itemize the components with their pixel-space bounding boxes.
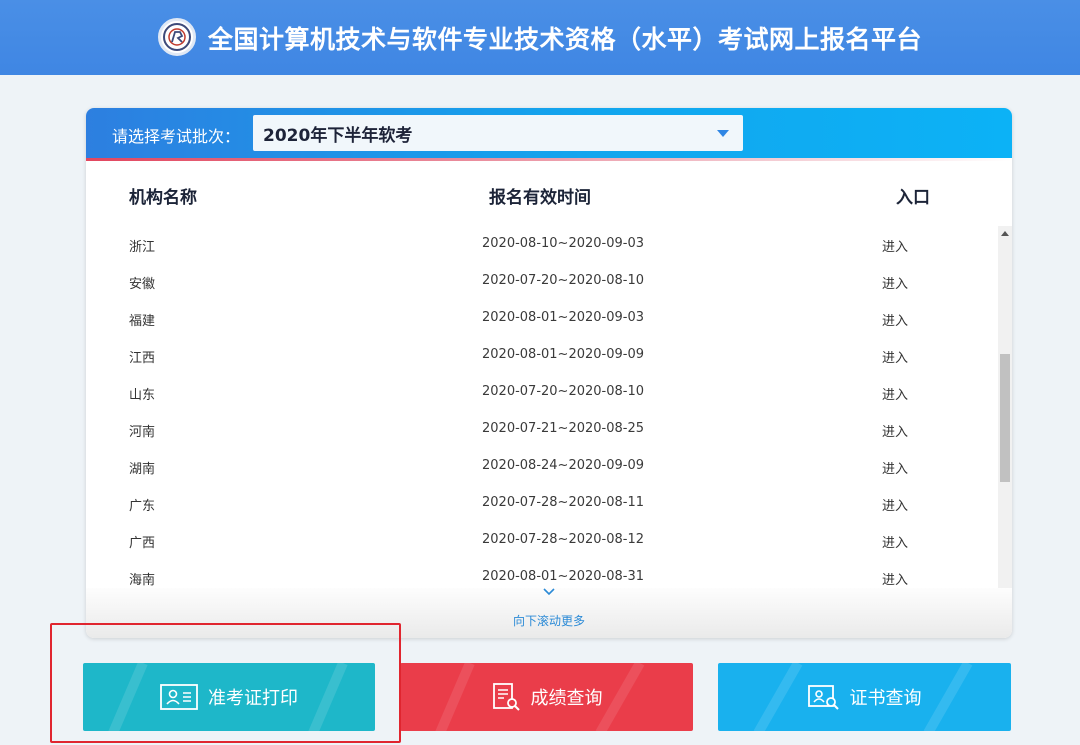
table-row: 广东 2020-07-28~2020-08-11 进入: [86, 485, 998, 522]
chevron-down-icon[interactable]: [542, 585, 556, 599]
row-org: 河南: [129, 425, 156, 440]
row-org: 浙江: [129, 240, 156, 255]
certificate-query-label: 证书查询: [849, 688, 922, 709]
column-header-org: 机构名称: [129, 188, 197, 208]
row-org: 海南: [129, 573, 156, 588]
row-time: 2020-08-24~2020-09-09: [482, 458, 644, 473]
page-title: 全国计算机技术与软件专业技术资格（水平）考试网上报名平台: [207, 24, 922, 54]
table-row: 湖南 2020-08-24~2020-09-09 进入: [86, 448, 998, 485]
seal-logo-icon: [157, 17, 196, 56]
row-entry-link[interactable]: 进入: [882, 458, 908, 477]
row-time: 2020-07-20~2020-08-10: [482, 384, 644, 399]
score-query-label: 成绩查询: [530, 688, 603, 709]
admit-card-print-label: 准考证打印: [208, 688, 298, 709]
certificate-search-icon: [807, 683, 840, 711]
row-entry-link[interactable]: 进入: [882, 532, 908, 551]
row-entry-link[interactable]: 进入: [882, 236, 908, 255]
row-time: 2020-08-01~2020-09-09: [482, 347, 644, 362]
row-org: 广西: [129, 536, 156, 551]
row-org: 江西: [129, 351, 156, 366]
batch-selector-bar: 请选择考试批次： 2020年下半年软考: [86, 108, 1012, 161]
institution-list[interactable]: 浙江 2020-08-10~2020-09-03 进入 安徽 2020-07-2…: [86, 226, 998, 588]
row-time: 2020-07-20~2020-08-10: [482, 273, 644, 288]
row-org: 山东: [129, 388, 156, 403]
page-header: 全国计算机技术与软件专业技术资格（水平）考试网上报名平台: [0, 0, 1080, 75]
table-row: 福建 2020-08-01~2020-09-03 进入: [86, 300, 998, 337]
caret-down-icon: [717, 130, 729, 137]
scroll-more-link[interactable]: 向下滚动更多: [86, 612, 1012, 629]
table-row: 海南 2020-08-01~2020-08-31 进入: [86, 559, 998, 588]
row-org: 湖南: [129, 462, 156, 477]
certificate-query-button[interactable]: 证书查询: [718, 663, 1011, 731]
batch-label: 请选择考试批次：: [112, 127, 241, 146]
registration-panel: 请选择考试批次： 2020年下半年软考 机构名称 报名有效时间 入口 浙江 20…: [86, 108, 1012, 638]
table-row: 山东 2020-07-20~2020-08-10 进入: [86, 374, 998, 411]
row-time: 2020-07-28~2020-08-11: [482, 495, 644, 510]
table-row: 安徽 2020-07-20~2020-08-10 进入: [86, 263, 998, 300]
row-entry-link[interactable]: 进入: [882, 569, 908, 588]
admit-card-print-button[interactable]: 准考证打印: [83, 663, 375, 731]
batch-select-value: 2020年下半年软考: [263, 125, 413, 146]
scroll-up-arrow-icon[interactable]: [1001, 231, 1009, 236]
batch-select[interactable]: 2020年下半年软考: [253, 115, 743, 151]
table-row: 河南 2020-07-21~2020-08-25 进入: [86, 411, 998, 448]
row-org: 安徽: [129, 277, 156, 292]
score-query-button[interactable]: 成绩查询: [400, 663, 693, 731]
id-card-icon: [160, 684, 198, 710]
scrollbar-thumb[interactable]: [1000, 354, 1010, 482]
column-header-entry: 入口: [896, 188, 930, 208]
row-time: 2020-08-10~2020-09-03: [482, 236, 644, 251]
row-entry-link[interactable]: 进入: [882, 347, 908, 366]
row-org: 广东: [129, 499, 156, 514]
row-time: 2020-08-01~2020-09-03: [482, 310, 644, 325]
row-entry-link[interactable]: 进入: [882, 310, 908, 329]
row-entry-link[interactable]: 进入: [882, 421, 908, 440]
list-scrollbar[interactable]: [998, 226, 1012, 588]
row-time: 2020-07-21~2020-08-25: [482, 421, 644, 436]
row-entry-link[interactable]: 进入: [882, 273, 908, 292]
batch-bar-underline: [86, 158, 1012, 161]
row-entry-link[interactable]: 进入: [882, 495, 908, 514]
table-row: 浙江 2020-08-10~2020-09-03 进入: [86, 226, 998, 263]
table-row: 江西 2020-08-01~2020-09-09 进入: [86, 337, 998, 374]
row-entry-link[interactable]: 进入: [882, 384, 908, 403]
table-row: 广西 2020-07-28~2020-08-12 进入: [86, 522, 998, 559]
row-time: 2020-07-28~2020-08-12: [482, 532, 644, 547]
column-header-time: 报名有效时间: [489, 188, 591, 208]
row-time: 2020-08-01~2020-08-31: [482, 569, 644, 584]
document-search-icon: [491, 682, 521, 712]
row-org: 福建: [129, 314, 156, 329]
